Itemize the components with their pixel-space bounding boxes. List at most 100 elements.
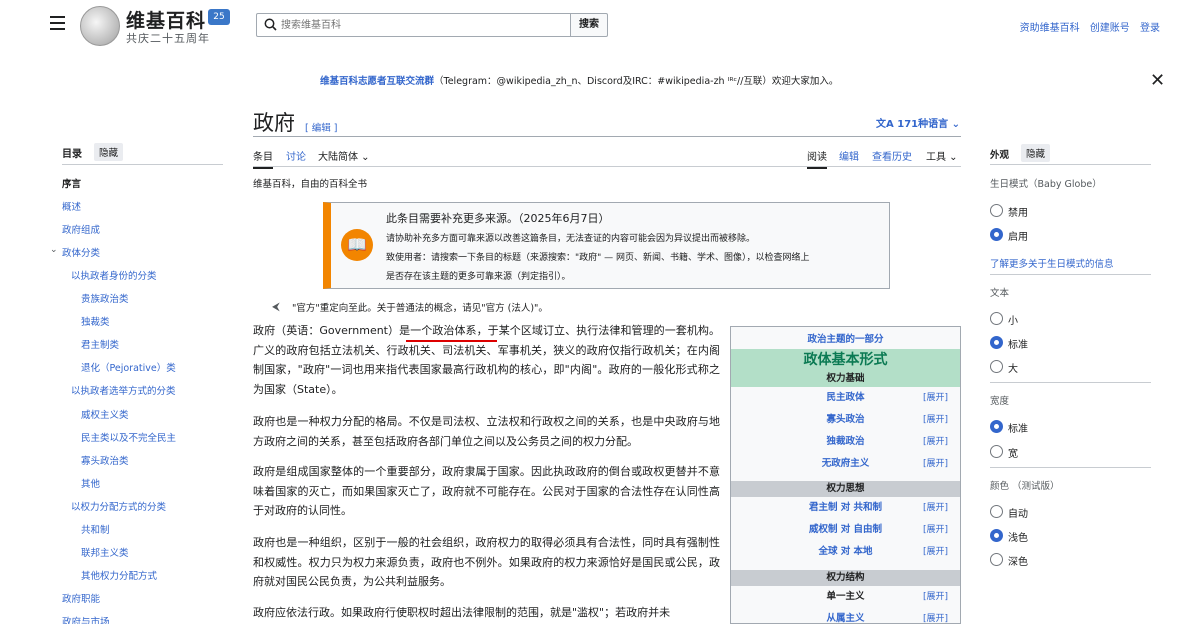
toc-item[interactable]: 政府职能 (62, 591, 100, 605)
toc-item[interactable]: 以权力分配方式的分类 (71, 499, 166, 513)
infobox-item[interactable]: 寡头政治 [展开] (731, 409, 960, 431)
infobox-item[interactable]: 无政府主义 [展开] (731, 453, 960, 475)
toc-item[interactable]: 政府与市场 (62, 614, 110, 624)
language-count: 171种语言 (897, 119, 949, 130)
wikipedia-globe-logo[interactable] (80, 6, 120, 46)
toc-item[interactable]: 联邦主义类 (81, 545, 129, 559)
radio-birthday-off[interactable] (990, 204, 1003, 217)
infobox-item-label: 从属主义 (826, 613, 865, 624)
variant-dropdown[interactable]: 大陆简体 ⌄ (318, 148, 370, 163)
infobox-item[interactable]: 从属主义 [展开] (731, 608, 960, 624)
toc-item[interactable]: 退化（Pejorative）类 (81, 360, 176, 374)
main-menu-button[interactable] (50, 16, 66, 32)
radio-width-standard[interactable] (990, 420, 1003, 433)
notice-line: 是否存在该主题的更多可靠来源（判定指引）。 (386, 272, 571, 282)
expand-link[interactable]: [展开] (923, 387, 948, 409)
toc-item[interactable]: 以执政者选举方式的分类 (71, 383, 176, 397)
tagline: 维基百科，自由的百科全书 (253, 179, 368, 190)
expand-link[interactable]: [展开] (923, 497, 948, 519)
radio-color-auto[interactable] (990, 505, 1003, 518)
create-account-link[interactable]: 创建账号 (1090, 23, 1130, 34)
expand-link[interactable]: [展开] (923, 586, 948, 608)
toc-item[interactable]: 贵族政治类 (81, 291, 129, 305)
chevron-down-icon: ⌄ (948, 119, 960, 130)
paragraph: 政府（英语：Government）是一个政治体系，于某个区域订立、执行法律和管理… (253, 324, 720, 396)
toc-item[interactable]: 威权主义类 (81, 407, 129, 421)
toc-item[interactable]: 独裁类 (81, 314, 110, 328)
radio-text-standard[interactable] (990, 336, 1003, 349)
notice-line: 请协助补充多方面可靠来源以改善这篇条目，无法查证的内容可能会因为异议提出而被移除… (386, 234, 756, 244)
infobox-item-label: 威权制 对 自由制 (808, 524, 883, 535)
close-icon[interactable]: ✕ (1150, 70, 1165, 91)
toc-item[interactable]: 其他权力分配方式 (81, 568, 157, 582)
radio-text-small[interactable] (990, 312, 1003, 325)
site-notice-text: （Telegram：@wikipedia_zh_n、Discord及IRC：#w… (434, 76, 839, 87)
toc-item[interactable]: 序言 (62, 176, 81, 190)
tools-dropdown[interactable]: 工具 ⌄ (926, 148, 958, 163)
toc-item[interactable]: 民主类以及不完全民主 (81, 430, 176, 444)
radio-birthday-on[interactable] (990, 228, 1003, 241)
expand-link[interactable]: [展开] (923, 541, 948, 563)
tab-history[interactable]: 查看历史 (872, 148, 912, 163)
radio-label: 大 (1008, 364, 1018, 375)
toc-item[interactable]: 政府组成 (62, 222, 100, 236)
expand-link[interactable]: [展开] (923, 409, 948, 431)
logo-title[interactable]: 维基百科 (126, 6, 206, 33)
donate-link[interactable]: 资助维基百科 (1020, 23, 1080, 34)
paragraph: 政府应依法行政。如果政府行使职权时超出法律限制的范围，就是"滥权"；若政府并未 (253, 606, 671, 619)
toc-item[interactable]: 其他 (81, 476, 100, 490)
anniversary-badge: 25 (208, 9, 230, 25)
site-notice-link[interactable]: 维基百科志愿者互联交流群 (320, 76, 434, 87)
expand-link[interactable]: [展开] (923, 431, 948, 453)
toc-hide-button[interactable]: 隐藏 (94, 143, 124, 161)
divider (62, 164, 223, 165)
radio-color-dark[interactable] (990, 553, 1003, 566)
radio-color-light[interactable] (990, 529, 1003, 542)
toc-item[interactable]: 以执政者身份的分类 (71, 268, 157, 282)
infobox-section-head: 权力结构 (731, 570, 960, 586)
personal-tools: 资助维基百科 创建账号 登录 (1013, 19, 1160, 34)
search-input[interactable] (281, 14, 566, 36)
infobox-series[interactable]: 政治主题的一部分 (731, 331, 960, 345)
infobox-item[interactable]: 君主制 对 共和制 [展开] (731, 497, 960, 519)
radio-label: 小 (1008, 316, 1018, 327)
chevron-down-icon: ⌄ (358, 152, 370, 163)
login-link[interactable]: 登录 (1140, 23, 1160, 34)
infobox-title: 政体基本形式 (731, 349, 960, 371)
tab-edit[interactable]: 编辑 (839, 148, 859, 163)
infobox-item[interactable]: 全球 对 本地 [展开] (731, 541, 960, 563)
expand-link[interactable]: [展开] (923, 519, 948, 541)
toc-item[interactable]: 政体分类 (62, 245, 100, 259)
infobox-item-label: 单一主义 (826, 591, 865, 602)
expand-link[interactable]: [展开] (923, 453, 948, 475)
notice-line: 致使用者：请搜索一下条目的标题（来源搜索："政府" — 网页、新闻、书籍、学术、… (386, 253, 810, 263)
tab-talk[interactable]: 讨论 (286, 148, 306, 163)
toc-item[interactable]: 共和制 (81, 522, 110, 536)
birthday-more-link[interactable]: 了解更多关于生日模式的信息 (990, 256, 1114, 270)
appearance-hide-button[interactable]: 隐藏 (1021, 144, 1051, 162)
infobox-item-label: 全球 对 本地 (818, 546, 873, 557)
title-edit-link[interactable]: [ 编辑 ] (305, 120, 337, 134)
language-button[interactable]: 文A 171种语言 ⌄ (876, 115, 960, 130)
toc-title: 目录 (62, 149, 82, 160)
infobox-item[interactable]: 单一主义 [展开] (731, 586, 960, 608)
radio-label: 深色 (1008, 557, 1028, 568)
search-button[interactable]: 搜索 (570, 13, 608, 37)
infobox-item[interactable]: 威权制 对 自由制 [展开] (731, 519, 960, 541)
radio-text-large[interactable] (990, 360, 1003, 373)
radio-width-wide[interactable] (990, 445, 1003, 458)
toc-item[interactable]: 君主制类 (81, 337, 119, 351)
radio-label: 宽 (1008, 449, 1018, 460)
color-label: 颜色 （测试版） (990, 481, 1060, 492)
chevron-down-icon[interactable]: ⌄ (50, 245, 58, 255)
infobox-item[interactable]: 民主政体 [展开] (731, 387, 960, 409)
radio-label: 启用 (1008, 232, 1028, 243)
infobox-item[interactable]: 独裁政治 [展开] (731, 431, 960, 453)
expand-link[interactable]: [展开] (923, 608, 948, 623)
infobox-section-head: 权力思想 (731, 481, 960, 497)
toc-item[interactable]: 概述 (62, 199, 81, 213)
tools-label: 工具 (926, 152, 946, 163)
logo-subtitle: 共庆二十五周年 (126, 32, 210, 45)
infobox-item-label: 君主制 对 共和制 (808, 502, 883, 513)
toc-item[interactable]: 寡头政治类 (81, 453, 129, 467)
